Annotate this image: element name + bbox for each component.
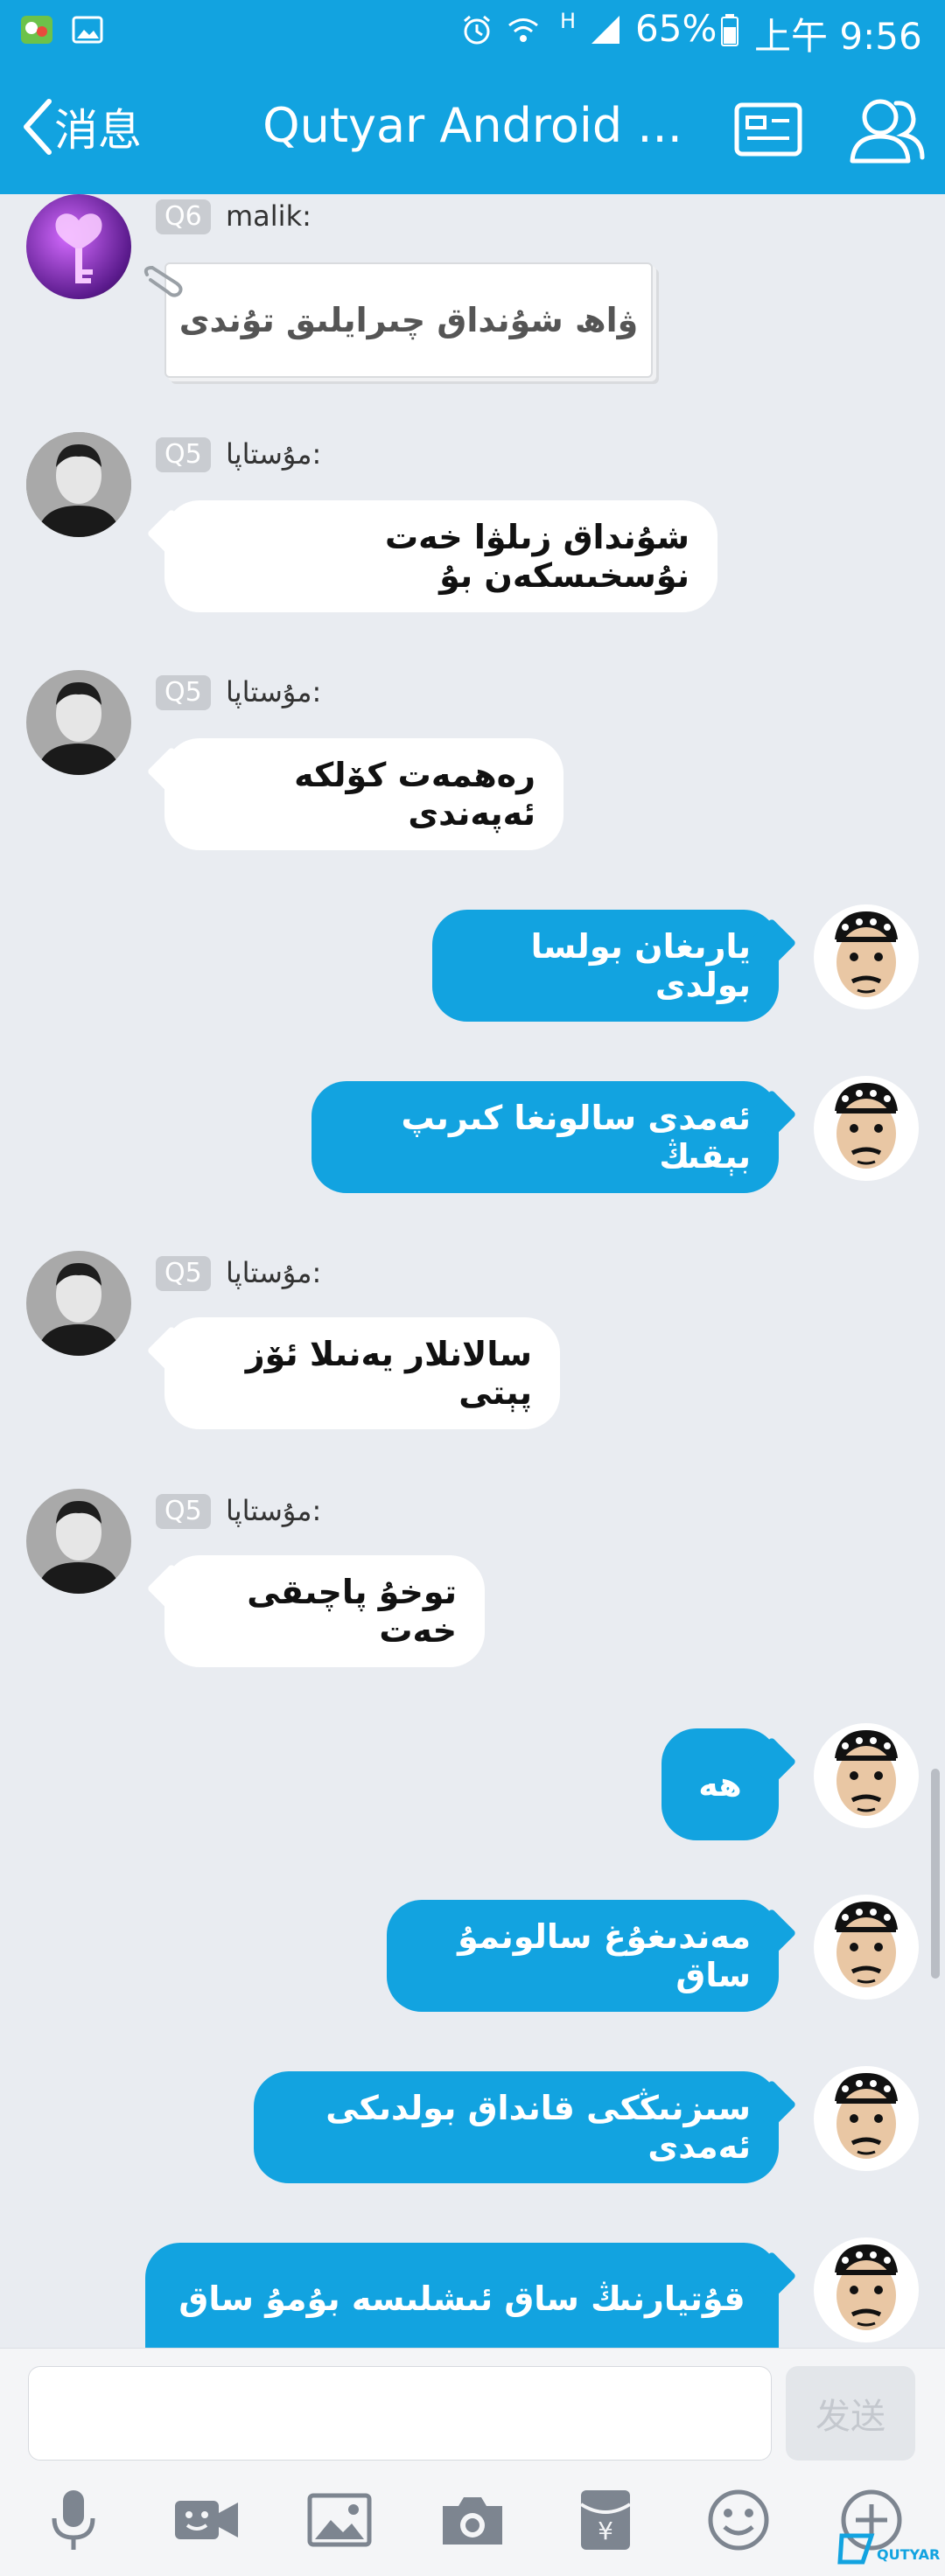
group-members-icon[interactable] (847, 93, 926, 166)
back-arrow-icon (24, 99, 52, 155)
group-card-icon[interactable] (733, 101, 803, 157)
message-bubble[interactable]: يارىغان بولسا بولدى (432, 910, 779, 1022)
message-text: سىزنىڭكى قانداق بولدىكى ئەمدى (326, 2089, 751, 2166)
network-type-label: H (560, 9, 577, 33)
clock: 上午 9:56 (754, 15, 922, 58)
avatar[interactable] (26, 194, 131, 299)
message-text: مەندىغۇغ سالونمۇ ساق (458, 1917, 751, 1994)
watermark-text: QUTYAR (877, 2546, 941, 2563)
video-call-icon[interactable] (172, 2485, 242, 2555)
message-text: ئەمدى سالونغا كىرىپ بېقىڭ (401, 1099, 751, 1176)
chat-title: Qutyar Android ... (262, 98, 682, 153)
message-bubble[interactable]: مەندىغۇغ سالونمۇ ساق (387, 1900, 779, 2012)
battery-percent: 65% (635, 7, 718, 50)
member-level-badge: Q5 (156, 675, 211, 710)
cartoon-avatar (814, 1895, 919, 2000)
message-bubble[interactable]: شۇنداق زىلۋا خەت نۇسخىسكەن بۇ (164, 500, 718, 612)
message-bubble[interactable]: ھە (662, 1728, 779, 1840)
sender-name: مۇستاپا: (226, 675, 322, 709)
user-photo (26, 1251, 131, 1356)
message-bubble-card[interactable]: ۋاھ شۇنداق چىرايلىق تۇندى (164, 262, 653, 378)
message-text: رەھمەت كۆلكە ئەپەندى (294, 756, 536, 833)
sender-name: مۇستاپا: (226, 1256, 322, 1289)
avatar[interactable] (814, 904, 919, 1009)
member-level-badge: Q5 (156, 1256, 211, 1291)
avatar[interactable] (814, 1723, 919, 1828)
battery-icon (721, 14, 738, 46)
composer: 发送 ¥ QUTYAR (0, 2348, 945, 2576)
emoji-icon[interactable] (704, 2485, 774, 2555)
send-button[interactable]: 发送 (786, 2366, 915, 2461)
message-text: شۇنداق زىلۋا خەت نۇسخىسكەن بۇ (385, 518, 690, 595)
user-photo (26, 670, 131, 775)
sender-name: malik: (226, 199, 312, 233)
camera-icon[interactable] (438, 2485, 508, 2555)
cartoon-avatar (814, 904, 919, 1009)
status-bar: H 65% 上午 9:56 (0, 0, 945, 63)
message-text: يارىغان بولسا بولدى (530, 927, 751, 1004)
message-list[interactable]: Q6 malik: ۋاھ شۇنداق چىرايلىق تۇندى Q5 م… (0, 194, 945, 2348)
message-bubble[interactable]: ئەمدى سالونغا كىرىپ بېقىڭ (312, 1081, 779, 1193)
message-bubble[interactable]: توخۇ پاچىقى خەت (164, 1555, 485, 1667)
message-text: توخۇ پاچىقى خەت (247, 1573, 457, 1650)
image-icon[interactable] (304, 2485, 374, 2555)
signal-icon (592, 16, 620, 44)
alarm-icon (464, 15, 490, 45)
sender-name: مۇستاپا: (226, 437, 322, 471)
message-text: قۇتيارنىڭ ساق ئىشلىسە بۇمۇ ساق (178, 2279, 746, 2318)
user-photo (26, 1489, 131, 1594)
qutyar-watermark: QUTYAR (836, 2527, 940, 2571)
cartoon-avatar (814, 2066, 919, 2171)
back-label: 消息 (54, 105, 142, 156)
message-input[interactable] (28, 2366, 772, 2461)
gallery-notification-icon (72, 16, 103, 44)
avatar[interactable] (814, 2237, 919, 2342)
heart-key-icon (55, 213, 102, 283)
avatar[interactable] (814, 1895, 919, 2000)
message-text: سالانلار يەنىلا ئۆز پېتى (245, 1335, 532, 1412)
avatar[interactable] (26, 670, 131, 775)
message-bubble[interactable]: قۇتيارنىڭ ساق ئىشلىسە بۇمۇ ساق (145, 2243, 779, 2348)
avatar[interactable] (814, 2066, 919, 2171)
avatar[interactable] (26, 1251, 131, 1356)
cartoon-avatar (814, 1723, 919, 1828)
member-level-badge: Q5 (156, 437, 211, 472)
avatar[interactable] (26, 1489, 131, 1594)
member-level-badge: Q5 (156, 1494, 211, 1529)
red-packet-icon[interactable]: ¥ (570, 2485, 640, 2555)
cartoon-avatar (814, 2237, 919, 2342)
qutyar-logo-icon (837, 2533, 875, 2565)
chat-header: 消息 Qutyar Android ... (0, 63, 945, 194)
sender-name: مۇستاپا: (226, 1494, 322, 1527)
cartoon-avatar (814, 1076, 919, 1181)
message-text: ھە (698, 1765, 742, 1804)
microphone-icon[interactable] (38, 2485, 108, 2555)
avatar[interactable] (26, 432, 131, 537)
user-photo (26, 432, 131, 537)
avatar[interactable] (814, 1076, 919, 1181)
paperclip-icon (144, 265, 183, 297)
message-bubble[interactable]: سىزنىڭكى قانداق بولدىكى ئەمدى (254, 2071, 779, 2183)
back-button[interactable]: 消息 (19, 96, 142, 157)
message-bubble[interactable]: رەھمەت كۆلكە ئەپەندى (164, 738, 564, 850)
svg-text:¥: ¥ (598, 2517, 613, 2545)
message-text: ۋاھ شۇنداق چىرايلىق تۇندى (178, 301, 639, 339)
member-level-badge: Q6 (156, 199, 211, 234)
message-bubble[interactable]: سالانلار يەنىلا ئۆز پېتى (164, 1317, 560, 1429)
wifi-icon (508, 18, 538, 42)
scrollbar[interactable] (931, 1769, 940, 1979)
app-notification-icon (21, 16, 52, 44)
